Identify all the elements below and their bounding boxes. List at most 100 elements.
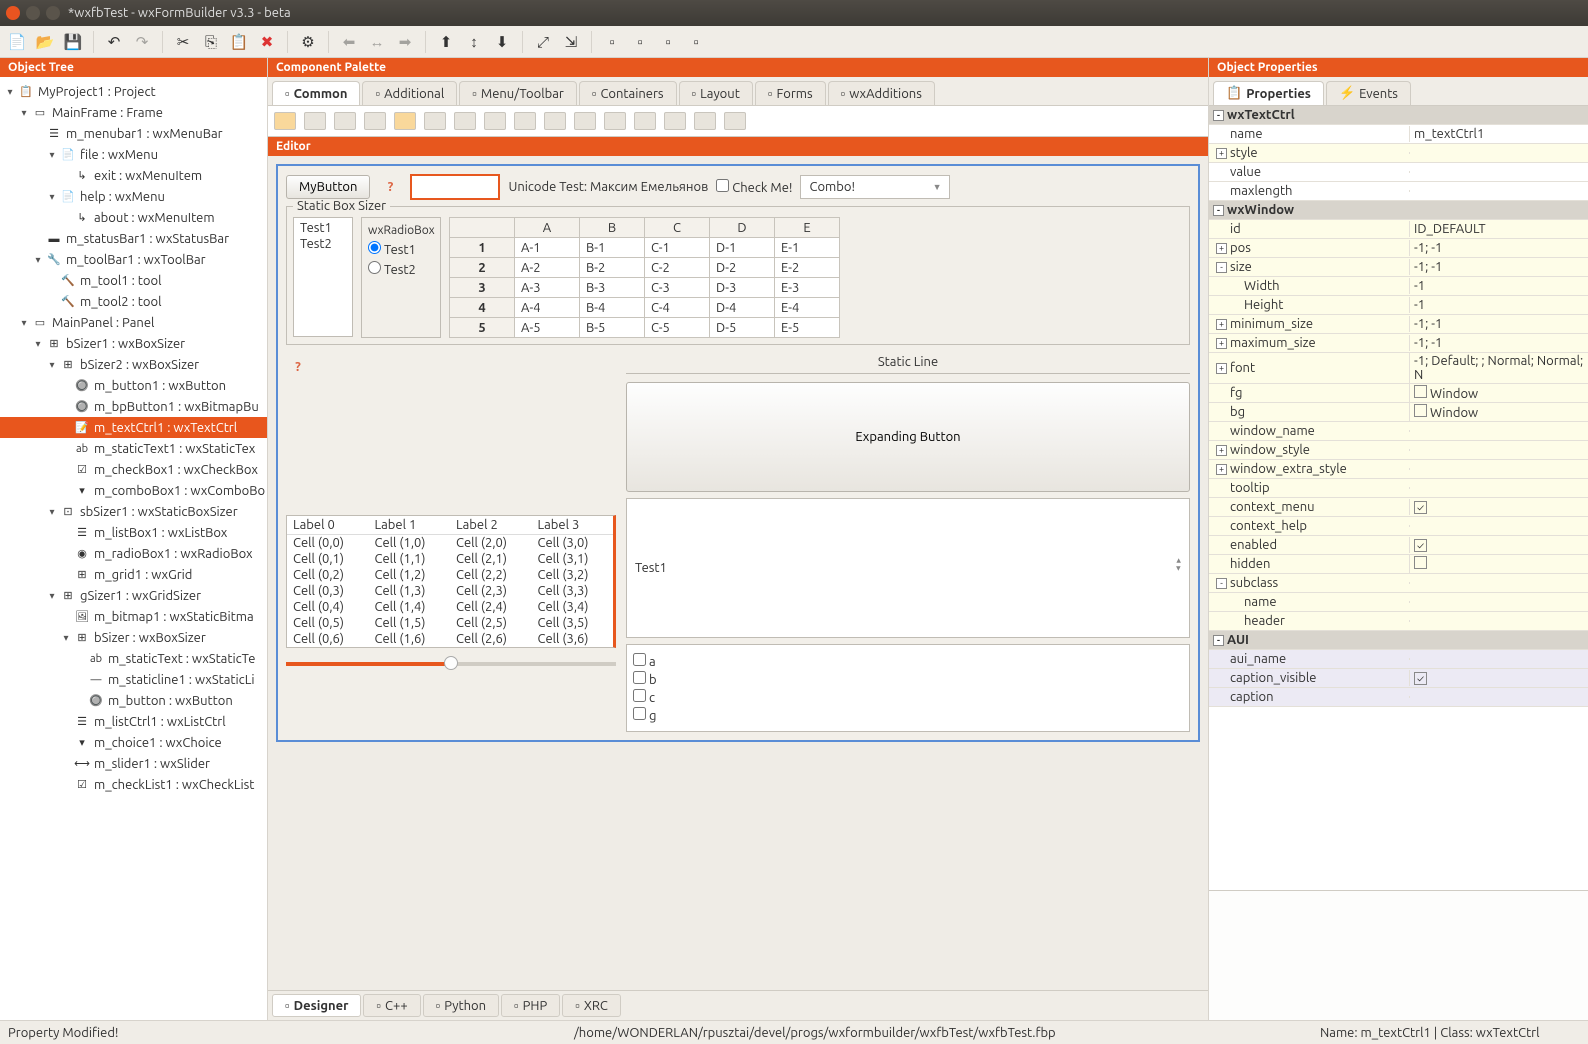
palette-tab[interactable]: ▫Menu/Toolbar <box>459 81 577 105</box>
palette-component-icon[interactable] <box>454 112 476 130</box>
property-row[interactable]: value <box>1209 163 1588 182</box>
property-row[interactable]: + style <box>1209 144 1588 163</box>
border-top-icon[interactable]: ▫ <box>657 31 679 53</box>
redo-icon[interactable]: ↷ <box>131 31 153 53</box>
border-right-icon[interactable]: ▫ <box>629 31 651 53</box>
tree-item[interactable]: ▾▭MainFrame : Frame <box>0 102 267 123</box>
palette-tab[interactable]: ▫Forms <box>755 81 826 105</box>
property-row[interactable]: enabled✓ <box>1209 536 1588 555</box>
palette-tab[interactable]: ▫wxAdditions <box>828 81 935 105</box>
generate-icon[interactable]: ⚙ <box>297 31 319 53</box>
property-row[interactable]: header <box>1209 612 1588 631</box>
question-icon[interactable]: ? <box>286 355 310 379</box>
property-row[interactable]: - subclass <box>1209 574 1588 593</box>
tree-item[interactable]: ▾🔧m_toolBar1 : wxToolBar <box>0 249 267 270</box>
textctrl-selected[interactable] <box>410 174 500 200</box>
object-tree[interactable]: ▾📋MyProject1 : Project▾▭MainFrame : Fram… <box>0 77 267 1020</box>
new-icon[interactable]: 📄 <box>6 31 28 53</box>
tree-item[interactable]: —m_staticline1 : wxStaticLi <box>0 669 267 690</box>
tree-item[interactable]: ☰m_listBox1 : wxListBox <box>0 522 267 543</box>
tree-item[interactable]: ⊞m_grid1 : wxGrid <box>0 564 267 585</box>
property-row[interactable]: fg Window <box>1209 384 1588 403</box>
palette-component-icon[interactable] <box>334 112 356 130</box>
radiobox[interactable]: wxRadioBox Test1 Test2 <box>361 217 441 338</box>
window-minimize-icon[interactable] <box>26 6 40 20</box>
property-row[interactable]: - wxTextCtrl <box>1209 106 1588 125</box>
listbox[interactable]: Test1Test2 <box>293 217 353 337</box>
palette-tab[interactable]: ▫Additional <box>362 81 457 105</box>
tree-item[interactable]: 🔘m_button : wxButton <box>0 690 267 711</box>
property-row[interactable]: + font-1; Default; ; Normal; Normal; N <box>1209 353 1588 384</box>
palette-component-icon[interactable] <box>394 112 416 130</box>
tree-item[interactable]: ▾▭MainPanel : Panel <box>0 312 267 333</box>
open-icon[interactable]: 📂 <box>34 31 56 53</box>
tree-item[interactable]: 🖼m_bitmap1 : wxStaticBitma <box>0 606 267 627</box>
property-row[interactable]: namem_textCtrl1 <box>1209 125 1588 144</box>
property-row[interactable]: + minimum_size-1; -1 <box>1209 315 1588 334</box>
tree-item[interactable]: 🔨m_tool1 : tool <box>0 270 267 291</box>
property-row[interactable]: bg Window <box>1209 403 1588 422</box>
align-vcenter-icon[interactable]: ↕ <box>463 31 485 53</box>
tree-item[interactable]: ▾📄help : wxMenu <box>0 186 267 207</box>
property-row[interactable]: + window_extra_style <box>1209 460 1588 479</box>
slider[interactable] <box>286 662 616 666</box>
palette-component-icon[interactable] <box>574 112 596 130</box>
palette-component-icon[interactable] <box>724 112 746 130</box>
delete-icon[interactable]: ✖ <box>256 31 278 53</box>
copy-icon[interactable]: ⎘ <box>200 31 222 53</box>
cut-icon[interactable]: ✂ <box>172 31 194 53</box>
save-icon[interactable]: 💾 <box>62 31 84 53</box>
palette-component-icon[interactable] <box>544 112 566 130</box>
tree-item[interactable]: ⟷m_slider1 : wxSlider <box>0 753 267 774</box>
tab-events[interactable]: ⚡Events <box>1326 81 1411 105</box>
designer-tab[interactable]: ▫Designer <box>272 994 361 1017</box>
tree-item[interactable]: ☰m_menubar1 : wxMenuBar <box>0 123 267 144</box>
align-bottom-icon[interactable]: ⬇ <box>491 31 513 53</box>
tree-item[interactable]: ▾⊞bSizer1 : wxBoxSizer <box>0 333 267 354</box>
tree-item[interactable]: ◉m_radioBox1 : wxRadioBox <box>0 543 267 564</box>
tree-item[interactable]: ↳exit : wxMenuItem <box>0 165 267 186</box>
tree-item[interactable]: ▾⊞bSizer : wxBoxSizer <box>0 627 267 648</box>
choice[interactable]: Test1 <box>626 498 1190 638</box>
designer-tab[interactable]: ▫XRC <box>562 994 621 1017</box>
tree-item[interactable]: abm_staticText1 : wxStaticTex <box>0 438 267 459</box>
border-left-icon[interactable]: ▫ <box>601 31 623 53</box>
property-row[interactable]: caption_visible✓ <box>1209 669 1588 688</box>
property-row[interactable]: + window_style <box>1209 441 1588 460</box>
palette-component-icon[interactable] <box>484 112 506 130</box>
align-center-icon[interactable]: ↔ <box>366 31 388 53</box>
tree-item[interactable]: abm_staticText : wxStaticTe <box>0 648 267 669</box>
property-row[interactable]: - size-1; -1 <box>1209 258 1588 277</box>
stretch-icon[interactable]: ⇲ <box>560 31 582 53</box>
tree-item[interactable]: 🔘m_bpButton1 : wxBitmapBu <box>0 396 267 417</box>
property-row[interactable]: Width-1 <box>1209 277 1588 296</box>
property-row[interactable]: name <box>1209 593 1588 612</box>
tree-item[interactable]: ☑m_checkBox1 : wxCheckBox <box>0 459 267 480</box>
expanding-button[interactable]: Expanding Button <box>626 382 1190 492</box>
undo-icon[interactable]: ↶ <box>103 31 125 53</box>
property-row[interactable]: aui_name <box>1209 650 1588 669</box>
tree-item[interactable]: ☑m_checkList1 : wxCheckList <box>0 774 267 795</box>
designer-tab[interactable]: ▫C++ <box>363 994 420 1017</box>
property-row[interactable]: caption <box>1209 688 1588 707</box>
tab-properties[interactable]: 📋Properties <box>1213 81 1324 105</box>
question-icon[interactable]: ? <box>378 175 402 199</box>
window-close-icon[interactable] <box>6 6 20 20</box>
expand-icon[interactable]: ⤢ <box>532 31 554 53</box>
tree-item[interactable]: ▾m_choice1 : wxChoice <box>0 732 267 753</box>
palette-component-icon[interactable] <box>634 112 656 130</box>
listctrl[interactable]: Label 0Label 1Label 2Label 3Cell (0,0)Ce… <box>286 515 616 648</box>
property-row[interactable]: window_name <box>1209 422 1588 441</box>
property-row[interactable]: + maximum_size-1; -1 <box>1209 334 1588 353</box>
palette-component-icon[interactable] <box>694 112 716 130</box>
grid[interactable]: ABCDE1A-1B-1C-1D-1E-12A-2B-2C-2D-2E-23A-… <box>449 217 840 338</box>
palette-component-icon[interactable] <box>304 112 326 130</box>
property-row[interactable]: maxlength <box>1209 182 1588 201</box>
designer-tab[interactable]: ▫Python <box>423 994 499 1017</box>
property-grid[interactable]: - wxTextCtrlnamem_textCtrl1+ stylevaluem… <box>1209 106 1588 890</box>
tree-item[interactable]: ▾📋MyProject1 : Project <box>0 81 267 102</box>
palette-component-icon[interactable] <box>274 112 296 130</box>
align-right-icon[interactable]: ➡ <box>394 31 416 53</box>
tree-item[interactable]: 📝m_textCtrl1 : wxTextCtrl <box>0 417 267 438</box>
align-left-icon[interactable]: ⬅ <box>338 31 360 53</box>
